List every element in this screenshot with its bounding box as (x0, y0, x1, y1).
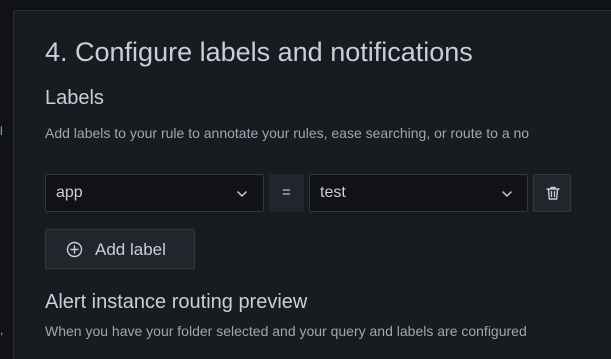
left-edge-fragment: l (0, 124, 3, 138)
add-label-button[interactable]: Add label (45, 229, 195, 269)
label-operator: = (269, 174, 304, 212)
trash-icon (546, 186, 560, 200)
routing-preview-description: When you have your folder selected and y… (45, 323, 527, 339)
plus-circle-icon (66, 241, 83, 258)
label-key-select[interactable]: app (45, 174, 264, 212)
section-title: 4. Configure labels and notifications (45, 37, 473, 67)
configure-labels-panel: 4. Configure labels and notifications La… (13, 10, 611, 359)
label-key-value: app (56, 184, 83, 201)
labels-heading: Labels (45, 87, 104, 109)
left-edge-fragment: , (0, 323, 4, 337)
labels-description: Add labels to your rule to annotate your… (45, 125, 530, 141)
routing-preview-heading: Alert instance routing preview (45, 291, 308, 313)
left-edge-strip: l , (0, 0, 13, 359)
delete-label-button[interactable] (533, 174, 571, 212)
label-value-value: test (320, 184, 346, 201)
chevron-down-icon (502, 191, 512, 197)
add-label-button-label: Add label (95, 240, 166, 259)
label-value-select[interactable]: test (309, 174, 528, 212)
chevron-down-icon (237, 191, 247, 197)
